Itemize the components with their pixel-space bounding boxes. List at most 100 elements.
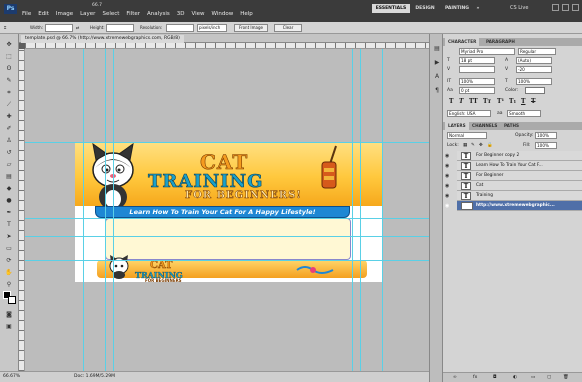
- 3d-rotate-tool-icon[interactable]: ⟳: [4, 256, 14, 265]
- quick-mask-icon[interactable]: ◙: [4, 310, 14, 319]
- strikethrough-button[interactable]: T: [531, 98, 535, 105]
- lock-paint-icon[interactable]: ✎: [471, 143, 475, 148]
- path-select-tool-icon[interactable]: ➤: [4, 232, 14, 241]
- layer-row[interactable]: ◉ T Training: [445, 191, 582, 201]
- adjustment-layer-icon[interactable]: ◐: [513, 375, 517, 380]
- cs-live[interactable]: CS Live: [510, 5, 528, 11]
- lock-all-icon[interactable]: 🔒: [487, 143, 493, 148]
- opacity-field[interactable]: 100%: [535, 132, 557, 139]
- guide-horizontal[interactable]: [25, 142, 429, 143]
- marquee-tool-icon[interactable]: ⬚: [4, 52, 14, 61]
- shape-tool-icon[interactable]: ▭: [4, 244, 14, 253]
- minimize-icon[interactable]: [552, 4, 559, 11]
- menu-help[interactable]: Help: [240, 11, 253, 17]
- workspace-more[interactable]: »: [474, 4, 482, 13]
- new-group-icon[interactable]: ▭: [531, 375, 535, 380]
- tab-paths[interactable]: PATHS: [501, 122, 522, 130]
- actions-panel-icon[interactable]: ▶: [432, 58, 442, 67]
- guide-vertical[interactable]: [382, 49, 383, 371]
- gradient-tool-icon[interactable]: ▤: [4, 172, 14, 181]
- zoom-tool-icon[interactable]: ⚲: [4, 280, 14, 289]
- language-select[interactable]: English: USA: [447, 110, 491, 117]
- layer-name[interactable]: Training: [476, 193, 493, 198]
- guide-vertical[interactable]: [83, 49, 84, 371]
- swap-icon[interactable]: ⇄: [76, 25, 79, 30]
- color-swatch[interactable]: [525, 87, 545, 94]
- width-field[interactable]: [45, 24, 73, 32]
- workspace-essentials[interactable]: ESSENTIALS: [372, 4, 410, 13]
- menu-layer[interactable]: Layer: [80, 11, 95, 17]
- lock-pixels-icon[interactable]: ▦: [463, 143, 467, 148]
- menu-edit[interactable]: Edit: [38, 11, 49, 17]
- menu-filter[interactable]: Filter: [126, 11, 140, 17]
- healing-tool-icon[interactable]: ✚: [4, 112, 14, 121]
- stamp-tool-icon[interactable]: ♙: [4, 136, 14, 145]
- eye-icon[interactable]: ◉: [445, 173, 451, 179]
- horizontal-scale-field[interactable]: 100%: [516, 78, 552, 85]
- trash-icon[interactable]: 🗑: [563, 375, 569, 380]
- new-layer-icon[interactable]: ▢: [547, 375, 551, 380]
- menu-select[interactable]: Select: [102, 11, 119, 17]
- bold-style-button[interactable]: T: [449, 98, 453, 105]
- all-caps-button[interactable]: TT: [469, 98, 478, 105]
- menu-3d[interactable]: 3D: [177, 11, 185, 17]
- guide-vertical[interactable]: [105, 49, 106, 371]
- screen-mode-icon[interactable]: ▣: [4, 322, 14, 331]
- eye-icon[interactable]: ◉: [445, 163, 451, 169]
- maximize-icon[interactable]: [562, 4, 569, 11]
- resolution-field[interactable]: [166, 24, 194, 32]
- vertical-scale-field[interactable]: 100%: [459, 78, 495, 85]
- tracking-field[interactable]: -20: [516, 66, 552, 73]
- font-size-field[interactable]: 18 pt: [459, 57, 495, 64]
- layer-name[interactable]: http://www.xtremewebgraphic...: [476, 203, 555, 208]
- italic-style-button[interactable]: T: [459, 98, 463, 105]
- crop-tool-icon[interactable]: ⌗: [4, 25, 6, 30]
- eyedropper-tool-icon[interactable]: ⟋: [4, 100, 14, 109]
- move-tool-icon[interactable]: ✥: [4, 40, 14, 49]
- layer-style-icon[interactable]: fx: [473, 375, 477, 380]
- layer-row[interactable]: ◉ T For Beginner copy 2: [445, 151, 582, 161]
- status-doc-size[interactable]: Doc: 1.69M/5.29M: [74, 374, 115, 379]
- tab-channels[interactable]: CHANNELS: [469, 122, 500, 130]
- blend-mode-select[interactable]: Normal: [447, 132, 487, 139]
- fill-field[interactable]: 100%: [535, 142, 557, 149]
- quick-select-tool-icon[interactable]: ✎: [4, 76, 14, 85]
- link-layers-icon[interactable]: ∞: [453, 375, 457, 380]
- layer-row[interactable]: ◉ T Cat: [445, 181, 582, 191]
- crop-tool-icon[interactable]: ⌗: [4, 88, 14, 97]
- document-canvas[interactable]: CAT TRAINING FOR BEGINNERS! Learn How To…: [75, 142, 382, 283]
- blur-tool-icon[interactable]: ◆: [4, 184, 14, 193]
- workspace-painting[interactable]: PAINTING: [442, 4, 472, 13]
- eraser-tool-icon[interactable]: ▱: [4, 160, 14, 169]
- eye-icon[interactable]: ◉: [445, 193, 451, 199]
- layer-name[interactable]: Learn How To Train Your Cat F...: [476, 163, 543, 168]
- workspace-design[interactable]: DESIGN: [414, 4, 436, 13]
- layer-row[interactable]: ◉ T For Beginner: [445, 171, 582, 181]
- guide-horizontal[interactable]: [25, 260, 429, 261]
- pen-tool-icon[interactable]: ✒: [4, 208, 14, 217]
- canvas-area[interactable]: CAT TRAINING FOR BEGINNERS! Learn How To…: [25, 49, 429, 371]
- menu-file[interactable]: File: [22, 11, 31, 17]
- tab-character[interactable]: CHARACTER: [445, 38, 480, 46]
- front-image-button[interactable]: Front Image: [234, 24, 268, 32]
- small-caps-button[interactable]: Tт: [483, 98, 491, 105]
- anti-alias-select[interactable]: Smooth: [507, 110, 541, 117]
- baseline-field[interactable]: 0 pt: [459, 87, 495, 94]
- zoom-level[interactable]: 66.7: [92, 3, 102, 8]
- guide-horizontal[interactable]: [25, 236, 429, 237]
- guide-vertical[interactable]: [360, 49, 361, 371]
- guide-horizontal[interactable]: [25, 218, 429, 219]
- font-family-select[interactable]: Myriad Pro: [459, 48, 515, 55]
- underline-button[interactable]: T: [521, 98, 525, 105]
- tab-paragraph[interactable]: PARAGRAPH: [483, 38, 518, 46]
- paragraph-panel-icon[interactable]: ¶: [432, 86, 442, 95]
- kerning-field[interactable]: [459, 66, 495, 73]
- layer-name[interactable]: For Beginner copy 2: [476, 153, 519, 158]
- font-style-select[interactable]: Regular: [518, 48, 556, 55]
- type-tool-icon[interactable]: T: [4, 220, 14, 229]
- clear-button[interactable]: Clear: [274, 24, 302, 32]
- menu-view[interactable]: View: [191, 11, 204, 17]
- history-panel-icon[interactable]: ▤: [432, 44, 442, 53]
- lasso-tool-icon[interactable]: ʘ: [4, 64, 14, 73]
- guide-vertical[interactable]: [113, 49, 114, 371]
